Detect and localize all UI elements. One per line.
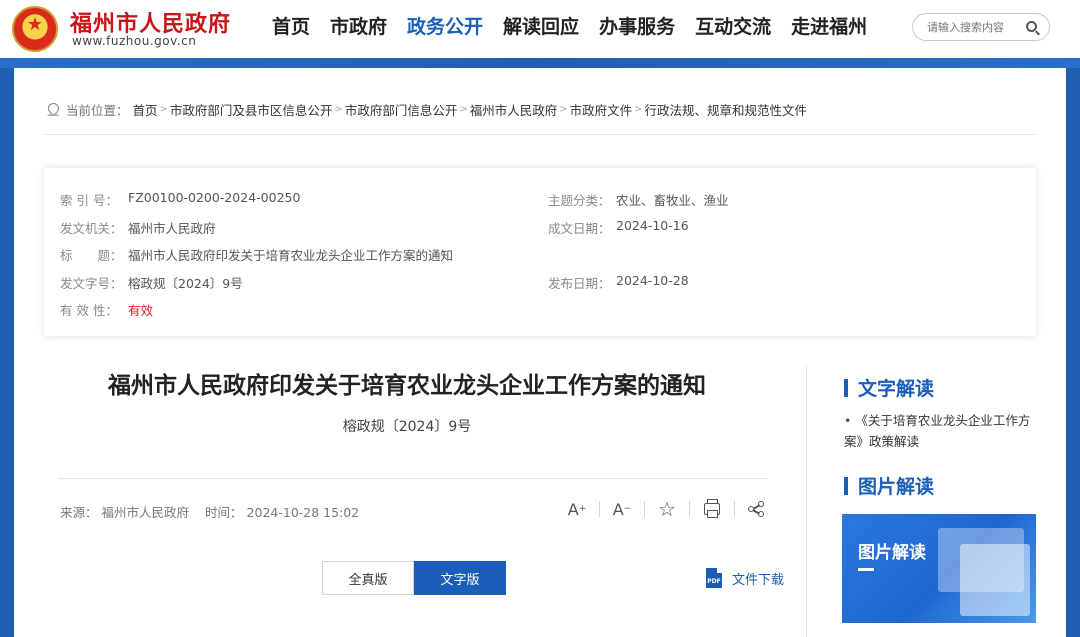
- star-icon[interactable]: ☆: [652, 496, 682, 522]
- minus-icon: −: [623, 504, 632, 514]
- divider: [44, 134, 1036, 135]
- breadcrumb: 当前位置： 首页 > 市政府部门及县市区信息公开 > 市政府部门信息公开 > 福…: [46, 100, 807, 119]
- breadcrumb-city-gov[interactable]: 福州市人民政府: [470, 100, 558, 119]
- meta-topic: 主题分类： 农业、畜牧业、渔业: [548, 193, 729, 208]
- font-decrease-button[interactable]: A −: [607, 496, 637, 522]
- document-metadata-card: 索 引 号： FZ00100-0200-2024-00250 主题分类： 农业、畜牧…: [44, 168, 1036, 336]
- version-tabs: 全真版 文字版: [322, 561, 506, 595]
- search-icon[interactable]: [1026, 21, 1037, 32]
- site-header: 福州市人民政府 www.fuzhou.gov.cn 首页 市政府 政务公开 解读…: [0, 0, 1080, 58]
- chevron-right-icon: >: [159, 104, 168, 115]
- nav-interpretation[interactable]: 解读回应: [493, 13, 589, 41]
- article-doc-number: 榕政规〔2024〕9号: [342, 419, 472, 435]
- nav-city-government[interactable]: 市政府: [320, 13, 397, 41]
- breadcrumb-dept-disclosure[interactable]: 市政府部门及县市区信息公开: [170, 100, 333, 119]
- time-value: 2024-10-28 15:02: [246, 505, 360, 520]
- meta-validity: 有 效 性： 有效: [60, 300, 153, 319]
- nav-services[interactable]: 办事服务: [589, 13, 685, 41]
- text-interpretation-link[interactable]: • 《关于培育农业龙头企业工作方案》政策解读: [844, 410, 1044, 452]
- share-icon: [748, 501, 766, 517]
- download-label: 文件下载: [732, 572, 785, 588]
- chevron-right-icon: >: [559, 104, 568, 115]
- breadcrumb-label: 当前位置：: [66, 103, 129, 118]
- breadcrumb-home[interactable]: 首页: [133, 100, 158, 119]
- breadcrumb-regulations[interactable]: 行政法规、规章和规范性文件: [645, 100, 808, 119]
- tab-text-version[interactable]: 文字版: [414, 561, 506, 595]
- main-nav: 首页 市政府 政务公开 解读回应 办事服务 互动交流 走进福州: [262, 13, 877, 41]
- national-emblem-icon[interactable]: [12, 6, 58, 52]
- site-url: www.fuzhou.gov.cn: [72, 34, 197, 48]
- pdf-icon: PDF: [706, 568, 722, 588]
- meta-publish-date: 发布日期： 2024-10-28: [548, 273, 689, 291]
- chevron-right-icon: >: [334, 104, 343, 115]
- nav-home[interactable]: 首页: [262, 13, 320, 41]
- article-source-line: 来源： 福州市人民政府 时间： 2024-10-28 15:02: [60, 502, 363, 521]
- chevron-right-icon: >: [634, 104, 643, 115]
- tab-full-version[interactable]: 全真版: [322, 561, 414, 595]
- print-button[interactable]: [697, 496, 727, 522]
- search-box: [912, 13, 1050, 41]
- nav-government-affairs[interactable]: 政务公开: [397, 13, 493, 41]
- image-card-caption: 图片解读: [858, 543, 926, 563]
- divider: [58, 478, 768, 479]
- font-increase-button[interactable]: A +: [562, 496, 592, 522]
- meta-issuer: 发文机关： 福州市人民政府: [60, 221, 216, 236]
- source-label: 来源：: [60, 505, 98, 520]
- image-interpretation-heading: 图片解读: [844, 472, 934, 499]
- time-label: 时间：: [205, 505, 243, 520]
- content-panel: 当前位置： 首页 > 市政府部门及县市区信息公开 > 市政府部门信息公开 > 福…: [14, 68, 1066, 637]
- location-icon: [46, 103, 60, 117]
- meta-doc-number: 发文字号： 榕政规〔2024〕9号: [60, 276, 243, 291]
- breadcrumb-gov-dept[interactable]: 市政府部门信息公开: [345, 100, 458, 119]
- meta-date: 成文日期： 2024-10-16: [548, 218, 689, 236]
- search-input[interactable]: [927, 20, 1027, 34]
- nav-about-fuzhou[interactable]: 走进福州: [781, 13, 877, 41]
- source-value: 福州市人民政府: [101, 505, 190, 520]
- image-interpretation-card[interactable]: 图片解读: [842, 514, 1036, 623]
- plus-icon: +: [578, 504, 587, 514]
- bullet-icon: •: [844, 413, 852, 428]
- article-toolbar: A + A − ☆: [562, 496, 772, 522]
- chevron-right-icon: >: [459, 104, 468, 115]
- text-interpretation-heading: 文字解读: [844, 374, 934, 401]
- validity-status: 有效: [128, 303, 154, 318]
- share-button[interactable]: [742, 496, 772, 522]
- meta-index: 索 引 号： FZ00100-0200-2024-00250: [60, 190, 301, 208]
- file-download-link[interactable]: PDF 文件下载: [706, 568, 784, 588]
- column-divider: [806, 366, 807, 637]
- nav-interaction[interactable]: 互动交流: [685, 13, 781, 41]
- breadcrumb-gov-files[interactable]: 市政府文件: [570, 100, 633, 119]
- article-title: 福州市人民政府印发关于培育农业龙头企业工作方案的通知: [108, 373, 706, 399]
- meta-title: 标 题： 福州市人民政府印发关于培育农业龙头企业工作方案的通知: [60, 248, 454, 263]
- printer-icon: [704, 499, 720, 518]
- header-band: [0, 58, 1080, 68]
